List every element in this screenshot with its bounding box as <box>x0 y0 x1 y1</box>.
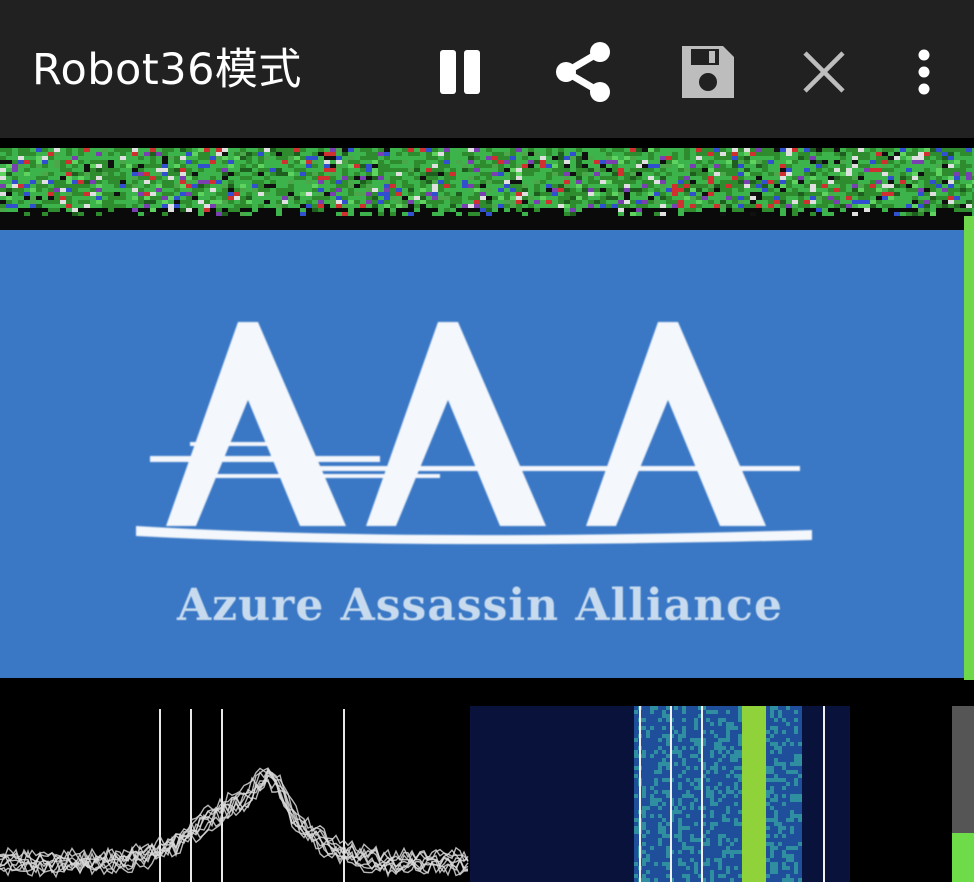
tagline-text: Azure Assassin Alliance <box>177 580 783 631</box>
signal-level-meter <box>952 706 974 882</box>
decoded-image-edge <box>964 216 974 680</box>
clear-button[interactable] <box>786 34 862 110</box>
signal-level-fill <box>952 832 974 882</box>
more-options-button[interactable] <box>886 34 962 110</box>
pause-icon <box>440 50 480 94</box>
decoded-image: Azure Assassin Alliance <box>0 230 964 678</box>
mode-title: Robot36模式 <box>32 45 302 95</box>
pause-button[interactable] <box>422 34 498 110</box>
separator-line <box>0 216 974 230</box>
waterfall-display <box>470 706 850 882</box>
close-icon <box>803 51 845 93</box>
app-toolbar: Robot36模式 <box>0 0 974 138</box>
share-button[interactable] <box>546 34 622 110</box>
signal-panel <box>0 681 974 882</box>
save-icon <box>682 46 734 98</box>
more-vertical-icon <box>918 49 930 95</box>
spectrum-scope <box>0 709 469 882</box>
save-button[interactable] <box>670 34 746 110</box>
noise-strip <box>0 148 974 216</box>
share-icon <box>556 42 610 102</box>
